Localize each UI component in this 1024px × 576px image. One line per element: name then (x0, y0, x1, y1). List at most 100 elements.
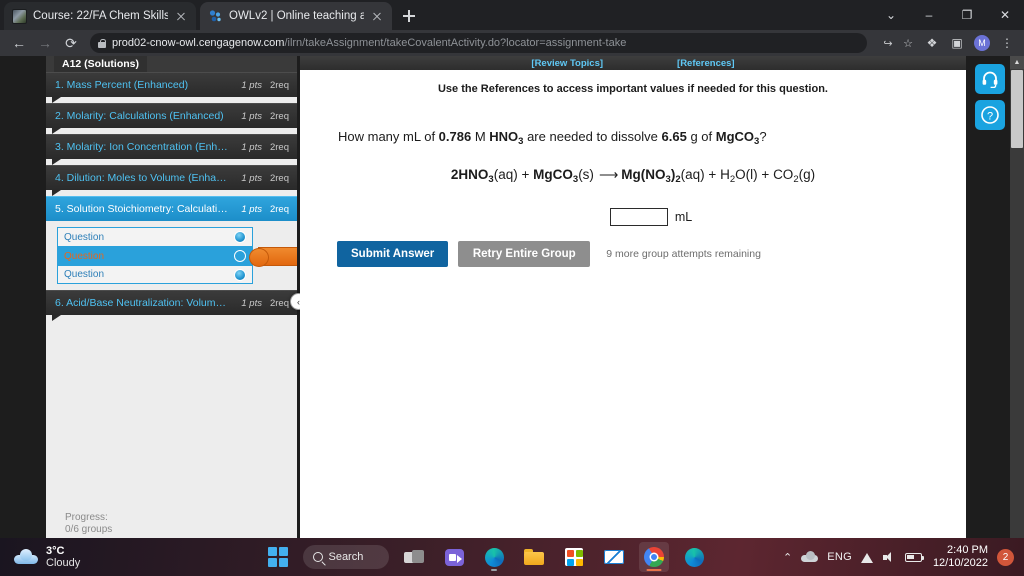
minimize-button[interactable]: – (910, 0, 948, 30)
attempts-remaining-text: 9 more group attempts remaining (606, 248, 761, 260)
chemical-equation: 2HNO3(aq) + MgCO3(s) ⟶ Mg(NO3)2(aq) + H2O(… (300, 167, 966, 185)
tray-overflow-icon[interactable]: ⌃ (783, 551, 792, 564)
lock-icon (98, 38, 107, 48)
question-item-2-current[interactable]: Question Visited (57, 246, 342, 267)
question-suffix: ? (759, 129, 767, 144)
wifi-icon[interactable] (860, 552, 874, 563)
browser-tab-course[interactable]: Course: 22/FA Chem Skills Pre-Pr (4, 2, 196, 30)
start-button[interactable] (263, 542, 293, 572)
sidebar-group-list: 1. Mass Percent (Enhanced) 1 pts 2req 2.… (46, 72, 342, 321)
group-required: 2req (269, 110, 289, 122)
sidebar-group-4[interactable]: 4. Dilution: Moles to Volume (Enha… 1 pt… (46, 165, 298, 196)
question-label: Question (64, 269, 105, 280)
screen: Course: 22/FA Chem Skills Pre-Pr OWLv2 |… (0, 0, 1024, 576)
new-tab-button[interactable] (398, 5, 420, 27)
question-item-1[interactable]: Question (57, 227, 253, 246)
system-tray: ⌃ ENG 2:40 PM 12/10/2022 2 (783, 544, 1024, 570)
review-topics-link[interactable]: [Review Topics] (531, 58, 603, 69)
close-window-button[interactable]: ✕ (986, 0, 1024, 30)
question-item-3[interactable]: Question (57, 265, 253, 284)
browser-tab-strip: Course: 22/FA Chem Skills Pre-Pr OWLv2 |… (0, 0, 1024, 30)
reaction-arrow-icon: ⟶ (598, 167, 618, 182)
question-molarity-value: 0.786 (438, 129, 472, 144)
question-list: Question Question Visited Question (57, 227, 342, 284)
language-indicator[interactable]: ENG (827, 551, 852, 563)
progress-value: 0/6 groups (65, 524, 113, 535)
group-required: 2req (269, 79, 289, 91)
bookmark-star-icon[interactable]: ☆ (899, 34, 917, 52)
question-reagent: HNO3 (489, 129, 524, 147)
clock[interactable]: 2:40 PM 12/10/2022 (931, 544, 988, 570)
group-points: 1 pts (241, 141, 262, 153)
group-points: 1 pts (241, 79, 262, 91)
close-icon[interactable] (370, 9, 384, 23)
eq-state-3: (aq) (680, 167, 705, 182)
search-placeholder: Search (328, 551, 364, 563)
retry-entire-group-button[interactable]: Retry Entire Group (458, 241, 591, 267)
question-mid-2: are needed to dissolve (523, 129, 662, 144)
page-viewport: A12 (Solutions) 1. Mass Percent (Enhance… (0, 56, 1024, 538)
microsoft-store-button[interactable] (559, 542, 589, 572)
sidebar-group-6[interactable]: 6. Acid/Base Neutralization: Volum… 1 pt… (46, 290, 298, 321)
address-bar[interactable]: prod02-cnow-owl.cengagenow.com/ilrn/take… (90, 33, 867, 53)
file-explorer-button[interactable] (519, 542, 549, 572)
edge-button-2[interactable] (679, 542, 709, 572)
speaker-icon[interactable] (882, 551, 896, 563)
sidebar-group-5-selected[interactable]: 5. Solution Stoichiometry: Calculati… 1 … (46, 196, 298, 221)
support-headset-icon[interactable] (975, 64, 1005, 94)
battery-icon[interactable] (904, 552, 924, 562)
sidebar-group-3[interactable]: 3. Molarity: Ion Concentration (Enh… 1 p… (46, 134, 298, 165)
chrome-button[interactable] (639, 542, 670, 572)
edge-icon (684, 547, 704, 567)
restore-icon: ❐ (961, 8, 973, 22)
forward-button[interactable]: → (32, 32, 58, 54)
group-points: 1 pts (241, 110, 262, 122)
svg-text:?: ? (987, 110, 993, 122)
back-button[interactable]: ← (6, 32, 32, 54)
tab-search-chevron-icon[interactable]: ⌄ (872, 0, 910, 30)
weather-condition: Cloudy (46, 557, 81, 569)
answer-input[interactable] (609, 208, 668, 226)
progress-label: Progress: (65, 512, 108, 523)
eq-coefficient: 2HNO3 (450, 167, 494, 185)
share-icon[interactable]: ↪ (879, 34, 897, 52)
chrome-menu-icon[interactable]: ⋮ (996, 32, 1018, 54)
maximize-button[interactable]: ❐ (948, 0, 986, 30)
folder-icon (524, 549, 545, 565)
assignment-title-tab[interactable]: A12 (Solutions) (54, 56, 148, 72)
group-title: 1. Mass Percent (Enhanced) (55, 79, 189, 91)
weather-temperature: 3°C (46, 545, 65, 557)
close-icon[interactable] (174, 9, 188, 23)
teams-button[interactable] (439, 542, 469, 572)
question-status-icon (234, 231, 246, 243)
reload-button[interactable]: ⟳ (58, 32, 84, 54)
help-question-icon[interactable]: ? (975, 100, 1005, 130)
edge-button[interactable] (479, 542, 509, 572)
sidebar-group-2[interactable]: 2. Molarity: Calculations (Enhanced) 1 p… (46, 103, 298, 134)
weather-widget[interactable]: 3°C Cloudy (0, 545, 190, 569)
browser-tab-owlv2[interactable]: OWLv2 | Online teaching and lea (200, 2, 392, 30)
scrollbar-thumb[interactable] (1011, 70, 1023, 148)
question-mid-1: M (471, 129, 490, 144)
taskbar-search[interactable]: Search (303, 545, 390, 569)
task-view-icon (404, 549, 425, 565)
question-label: Question (64, 231, 105, 243)
group-title: 3. Molarity: Ion Concentration (Enh… (55, 141, 228, 153)
onedrive-icon[interactable] (801, 551, 819, 563)
omnibox-actions: ↪ ☆ (873, 34, 917, 52)
cloud-icon (14, 549, 38, 565)
submit-answer-button[interactable]: Submit Answer (337, 241, 449, 267)
task-view-button[interactable] (399, 542, 429, 572)
sidebar-group-1[interactable]: 1. Mass Percent (Enhanced) 1 pts 2req (46, 72, 298, 103)
scroll-up-arrow-icon[interactable]: ▲ (1010, 56, 1024, 69)
extensions-puzzle-icon[interactable]: ❖ (921, 32, 943, 54)
page-scrollbar[interactable]: ▲ (1010, 56, 1024, 538)
chrome-icon (644, 547, 665, 567)
references-link[interactable]: [References] (677, 58, 735, 69)
notification-badge[interactable]: 2 (997, 548, 1014, 566)
group-required: 2req (269, 172, 289, 184)
mail-button[interactable] (599, 542, 629, 572)
profile-avatar[interactable]: M (971, 32, 993, 54)
side-panel-icon[interactable]: ▣ (946, 32, 968, 54)
question-solid: MgCO3 (715, 129, 760, 147)
